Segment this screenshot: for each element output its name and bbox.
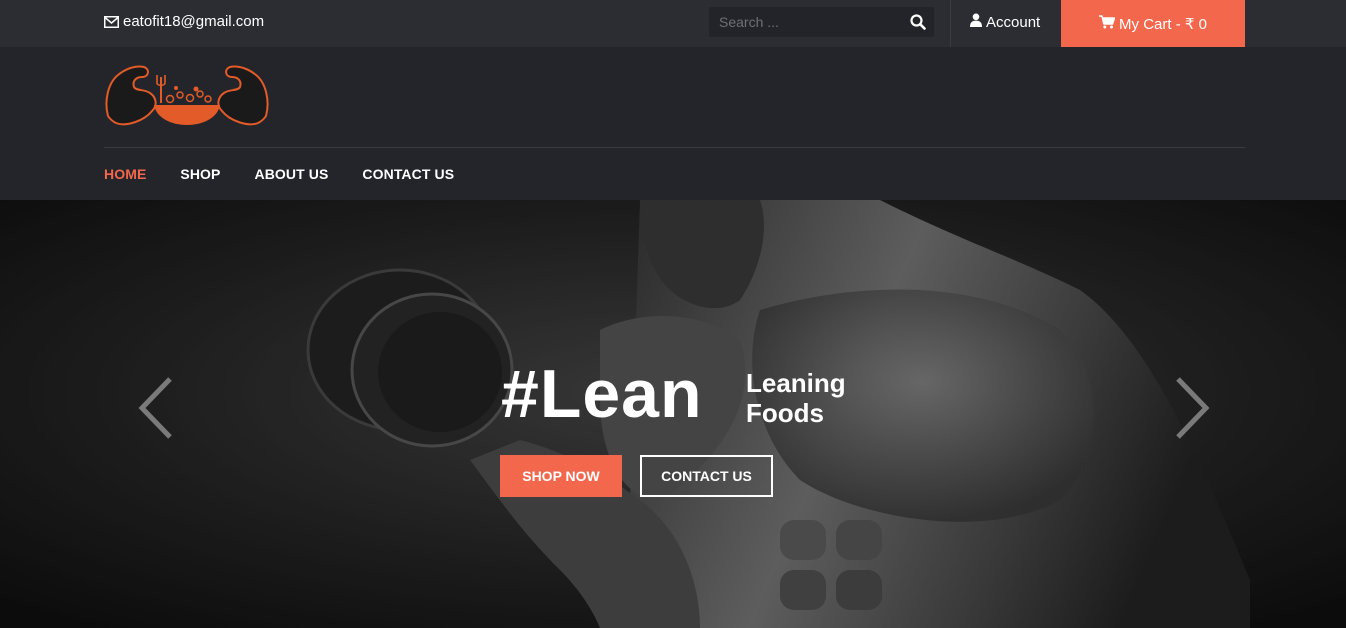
search-icon[interactable] [910,14,926,30]
hero-subtitle-line-1: Leaning [746,368,846,398]
nav-item-contact-us[interactable]: CONTACT US [362,166,454,182]
nav-item-home[interactable]: HOME [104,166,146,182]
divider [950,0,951,47]
chevron-right-icon [1172,377,1212,444]
chevron-left-icon [136,377,176,444]
cart-icon [1099,14,1116,33]
site-logo[interactable] [104,61,270,131]
header-divider [104,147,1245,148]
hero-subtitle: Leaning Foods [746,368,846,428]
search-input[interactable] [709,7,899,37]
user-icon [970,13,982,31]
contact-email[interactable]: eatofit18@gmail.com [104,13,264,30]
site-header: HOME SHOP ABOUT US CONTACT US [0,47,1346,200]
envelope-icon [104,15,119,28]
search-box [709,7,934,37]
top-bar: eatofit18@gmail.com Account My Cart - ₹ … [0,0,1346,47]
account-link[interactable]: Account [970,13,1040,31]
hero-title: #Lean [501,356,703,432]
nav-item-shop[interactable]: SHOP [180,166,220,182]
cart-label: My Cart - ₹ 0 [1119,15,1207,33]
contact-us-button[interactable]: CONTACT US [640,455,773,497]
email-text: eatofit18@gmail.com [123,13,265,30]
slider-prev-button[interactable] [136,376,176,440]
account-label: Account [986,13,1041,31]
main-nav: HOME SHOP ABOUT US CONTACT US [104,166,488,182]
hero-subtitle-line-2: Foods [746,398,824,428]
cart-button[interactable]: My Cart - ₹ 0 [1061,0,1245,47]
slider-next-button[interactable] [1172,376,1212,440]
shop-now-button[interactable]: SHOP NOW [500,455,622,497]
nav-item-about-us[interactable]: ABOUT US [254,166,328,182]
hero-slider: #Lean Leaning Foods SHOP NOW CONTACT US [0,200,1346,628]
